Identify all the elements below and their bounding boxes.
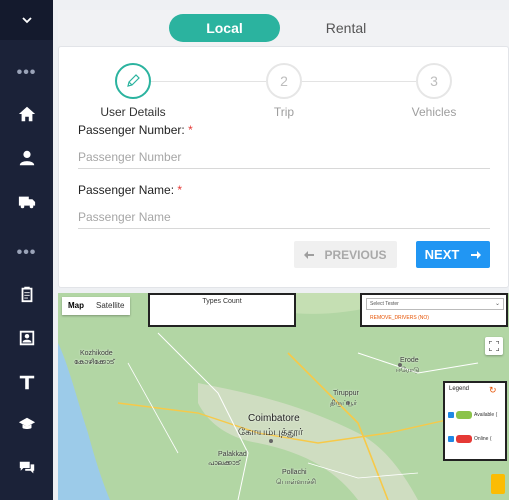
- map-city-label: Coimbatore: [248, 413, 300, 424]
- remove-drivers-link[interactable]: REMOVE_DRIVERS (NO): [370, 315, 429, 321]
- map-city-label: Tiruppur: [333, 390, 359, 397]
- map-city-local-label: കോഴിക്കോട്: [74, 359, 115, 366]
- main-panel: Local Rental 2 3 User Details Trip Vehic…: [58, 10, 509, 500]
- booking-form-card: 2 3 User Details Trip Vehicles Passenger…: [58, 46, 509, 288]
- step-2-label: Trip: [273, 105, 295, 119]
- ellipsis-icon: •••: [16, 244, 37, 261]
- home-icon: [18, 106, 35, 122]
- clipboard-icon: [21, 286, 32, 303]
- required-marker: *: [188, 123, 193, 137]
- refresh-icon[interactable]: ↻: [489, 385, 497, 396]
- passenger-number-label: Passenger Number: *: [78, 123, 193, 137]
- legend-checkbox[interactable]: [448, 436, 454, 442]
- sidebar-more-1[interactable]: •••: [0, 57, 53, 89]
- sidebar-item-profile[interactable]: [0, 142, 53, 174]
- fullscreen-icon: [489, 341, 499, 351]
- map-city-local-label: ஈரோடு: [396, 367, 420, 374]
- legend-item-label: Online (: [474, 436, 492, 442]
- truck-icon: [18, 196, 35, 209]
- ellipsis-icon: •••: [16, 64, 37, 81]
- street-view-pegman-icon[interactable]: [491, 474, 505, 494]
- id-card-icon: [19, 330, 34, 346]
- map-city-label: Erode: [400, 357, 419, 364]
- legend-panel: Legend ↻ Available ( Online (: [443, 381, 507, 461]
- tester-select[interactable]: Select Tester ⌄: [366, 298, 504, 310]
- next-button-label: NEXT: [424, 247, 460, 262]
- step-connector: [151, 81, 266, 82]
- car-icon: [456, 435, 472, 443]
- chevron-down-icon: [21, 17, 32, 24]
- map-city-local-label: பொள்ளாச்சி: [276, 479, 316, 486]
- sidebar-item-trips[interactable]: [0, 186, 53, 218]
- legend-item-online: Online (: [448, 435, 492, 443]
- step-3-label: Vehicles: [411, 105, 457, 119]
- step-2-circle[interactable]: 2: [266, 63, 302, 99]
- tab-rental[interactable]: Rental: [306, 14, 386, 42]
- map-type-map-button[interactable]: Map: [62, 297, 90, 315]
- sidebar-item-home[interactable]: [0, 98, 53, 130]
- sidebar-item-bookings[interactable]: [0, 278, 53, 310]
- sidebar-item-tolls[interactable]: [0, 366, 53, 398]
- passenger-name-label-text: Passenger Name:: [78, 183, 175, 197]
- pencil-icon: [127, 74, 140, 87]
- menu-toggle-button[interactable]: [0, 0, 53, 40]
- next-button[interactable]: NEXT: [416, 241, 490, 268]
- legend-checkbox[interactable]: [448, 412, 454, 418]
- trip-type-tabs: Local Rental: [58, 10, 509, 46]
- passenger-number-input[interactable]: [78, 145, 490, 169]
- passenger-name-input[interactable]: [78, 205, 490, 229]
- sidebar-item-training[interactable]: [0, 408, 53, 440]
- tester-panel: Select Tester ⌄ REMOVE_DRIVERS (NO): [360, 293, 508, 327]
- tester-select-value: Select Tester: [370, 301, 399, 307]
- step-1-circle[interactable]: [115, 63, 151, 99]
- map-city-local-label: கோயம்புத்தூர்: [238, 427, 304, 438]
- chat-icon: [19, 461, 34, 474]
- step-connector: [302, 81, 416, 82]
- sidebar-item-reports[interactable]: [0, 322, 53, 354]
- fullscreen-button[interactable]: [485, 337, 503, 355]
- sidebar-more-2[interactable]: •••: [0, 237, 53, 269]
- previous-button-label: PREVIOUS: [324, 247, 387, 262]
- previous-button[interactable]: PREVIOUS: [294, 241, 397, 268]
- arrow-right-icon: [471, 250, 482, 259]
- sidebar: ••• •••: [0, 0, 53, 500]
- stepper: 2 3 User Details Trip Vehicles: [59, 55, 509, 119]
- step-1-label: User Details: [100, 105, 166, 119]
- map-type-control: Map Satellite: [62, 297, 131, 315]
- graduation-cap-icon: [18, 417, 35, 429]
- required-marker: *: [177, 183, 183, 197]
- map-city-local-label: പാലക്കാട്: [208, 460, 241, 467]
- map-view[interactable]: Kozhikode കോഴിക്കോട് Coimbatore கோயம்புத…: [58, 293, 509, 500]
- user-icon: [19, 150, 34, 166]
- map-city-label: Palakkad: [218, 451, 247, 458]
- map-city-label: Pollachi: [282, 469, 307, 476]
- map-type-satellite-button[interactable]: Satellite: [90, 297, 130, 315]
- legend-item-available: Available (: [448, 411, 497, 419]
- types-count-panel: Types Count: [148, 293, 296, 327]
- tab-local[interactable]: Local: [169, 14, 280, 42]
- sidebar-item-chat[interactable]: [0, 452, 53, 484]
- map-city-label: Kozhikode: [80, 350, 113, 357]
- passenger-number-label-text: Passenger Number:: [78, 123, 185, 137]
- passenger-name-label: Passenger Name: *: [78, 183, 182, 197]
- arrow-left-icon: [304, 250, 315, 259]
- chevron-down-icon: ⌄: [494, 301, 500, 307]
- legend-title: Legend: [449, 386, 470, 392]
- legend-item-label: Available (: [474, 412, 498, 418]
- car-icon: [456, 411, 472, 419]
- map-city-local-label: திருப்பூர்: [330, 400, 358, 407]
- gate-icon: [19, 375, 34, 390]
- step-3-circle[interactable]: 3: [416, 63, 452, 99]
